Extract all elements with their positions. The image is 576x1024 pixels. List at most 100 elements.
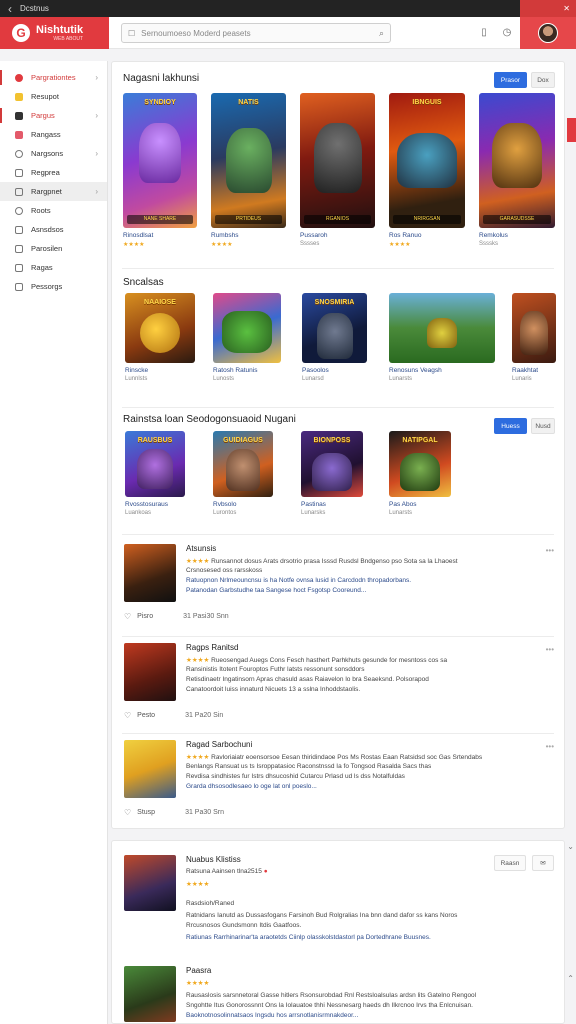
game-cover[interactable] bbox=[389, 293, 495, 363]
close-icon[interactable]: ✕ bbox=[563, 4, 570, 13]
search-input[interactable] bbox=[141, 28, 379, 38]
review-title[interactable]: Ragad Sarbochuni bbox=[186, 740, 252, 749]
menu-icon[interactable]: ☐ bbox=[128, 29, 135, 38]
review-title[interactable]: Ragps Ranitsd bbox=[186, 643, 238, 652]
game-cover[interactable]: IBNGUIS NRIRGSAN bbox=[389, 93, 465, 228]
review-item[interactable]: Atsunsis ★★★★ Runsannot dosus Arats drso… bbox=[122, 544, 558, 634]
game-name[interactable]: Pasoolos bbox=[302, 367, 367, 374]
sidebar-item-10[interactable]: Ragas bbox=[0, 258, 107, 277]
review-thumbnail[interactable] bbox=[124, 544, 176, 602]
game-name[interactable]: Ratosh Ratunis bbox=[213, 367, 281, 374]
bookmark-icon[interactable]: ▯ bbox=[477, 26, 491, 40]
back-icon[interactable]: ‹ bbox=[0, 2, 20, 16]
game-card[interactable]: IBNGUIS NRIRGSAN Ros Ranuo ★★★★ bbox=[389, 93, 465, 248]
review-thumbnail[interactable] bbox=[124, 643, 176, 701]
logo[interactable]: G Nishtutik WEB ABOUT bbox=[0, 17, 109, 49]
game-name[interactable]: Pussaroh bbox=[300, 232, 375, 239]
game-name[interactable]: Rinosdlsat bbox=[123, 232, 197, 239]
game-card[interactable]: RAUSBUS Rvosstosuraus Luankoas bbox=[125, 431, 185, 516]
game-card[interactable]: NAAIOSE Rinscke Lunnlsts bbox=[125, 293, 195, 382]
game-name[interactable]: Rvbsolo bbox=[213, 501, 273, 508]
avatar[interactable] bbox=[538, 23, 558, 43]
chevron-down-icon[interactable]: ⌄ bbox=[567, 842, 574, 851]
review-item[interactable]: Paasra ★★★★ Rausaslosis sarsnnetoral Gas… bbox=[122, 966, 558, 1024]
sidebar-item-6[interactable]: Rargpnet › bbox=[0, 182, 107, 201]
game-card[interactable]: SYNDIOY NANE SHARE Rinosdlsat ★★★★ bbox=[123, 93, 197, 248]
review-item[interactable]: Ragad Sarbochuni ★★★★ Ravloriaiatr eoens… bbox=[122, 740, 558, 828]
game-card[interactable]: Ratosh Ratunis Lunosts bbox=[213, 293, 281, 382]
review-title[interactable]: Paasra bbox=[186, 966, 211, 975]
user-area[interactable] bbox=[520, 17, 576, 49]
window-controls[interactable]: ✕ bbox=[520, 0, 576, 17]
chevron-up-icon[interactable]: ⌃ bbox=[567, 974, 574, 983]
game-name[interactable]: Ros Ranuo bbox=[389, 232, 465, 239]
game-name[interactable]: Raakhtat bbox=[512, 367, 556, 374]
game-cover[interactable]: RGANIOS bbox=[300, 93, 375, 228]
game-card[interactable]: GARASUDSSE Remkolus Ssssks bbox=[479, 93, 555, 247]
heart-icon[interactable]: ♡ bbox=[124, 808, 131, 817]
sidebar-item-11[interactable]: Pessorgs bbox=[0, 277, 107, 296]
message-button[interactable]: ✉ bbox=[532, 855, 554, 871]
clock-icon[interactable]: ◷ bbox=[500, 26, 514, 40]
recommended-more-button[interactable]: Nusd bbox=[531, 418, 555, 434]
like-label[interactable]: Pesto bbox=[137, 712, 155, 719]
game-card[interactable]: SNOSMIRIA Pasoolos Lunarsd bbox=[302, 293, 367, 382]
game-cover[interactable]: NATIS PRTIDEUS bbox=[211, 93, 286, 228]
review-link[interactable]: Grarda dhsosodlesaeo lo oge lat onl poes… bbox=[186, 783, 531, 790]
review-thumbnail[interactable] bbox=[124, 855, 176, 911]
game-name[interactable]: Rvosstosuraus bbox=[125, 501, 185, 508]
sidebar-item-4[interactable]: Nargsons › bbox=[0, 144, 107, 163]
review-thumbnail[interactable] bbox=[124, 966, 176, 1022]
game-cover[interactable]: GUIDIAGUS bbox=[213, 431, 273, 497]
recommended-primary-button[interactable]: Huess bbox=[494, 418, 527, 434]
sidebar-item-5[interactable]: Regprea bbox=[0, 163, 107, 182]
game-card[interactable]: NATIS PRTIDEUS Rumbshs ★★★★ bbox=[211, 93, 286, 248]
more-options-icon[interactable]: ••• bbox=[546, 742, 554, 751]
sidebar-item-3[interactable]: Rangass bbox=[0, 125, 107, 144]
game-name[interactable]: Rumbshs bbox=[211, 232, 286, 239]
game-card[interactable]: BIONPOSS Pastinas Lunarsks bbox=[301, 431, 363, 516]
heart-icon[interactable]: ♡ bbox=[124, 711, 131, 720]
game-cover[interactable]: RAUSBUS bbox=[125, 431, 185, 497]
game-name[interactable]: Rinscke bbox=[125, 367, 195, 374]
game-card[interactable]: Renosuns Veagsh Lunarsts bbox=[389, 293, 495, 382]
game-card[interactable]: NATIPGAL Pas Abos Lunarsts bbox=[389, 431, 451, 516]
game-cover[interactable]: SYNDIOY NANE SHARE bbox=[123, 93, 197, 228]
review-item[interactable]: Ragps Ranitsd ★★★★ Rueosengad Auegs Cons… bbox=[122, 643, 558, 733]
review-title[interactable]: Atsunsis bbox=[186, 544, 216, 553]
game-cover[interactable]: SNOSMIRIA bbox=[302, 293, 367, 363]
review-link[interactable]: Ratiunas Rarrhinarinar'ta araotetds Ciin… bbox=[186, 934, 531, 941]
game-cover[interactable]: NATIPGAL bbox=[389, 431, 451, 497]
game-cover[interactable] bbox=[512, 293, 556, 363]
review-link[interactable]: Ratuopnon Nrlmeouncnsu is ha Notfe ovnsa… bbox=[186, 577, 531, 584]
game-card[interactable]: Raakhtat Lunaris bbox=[512, 293, 556, 382]
sidebar-item-0[interactable]: Pargrationtes › bbox=[0, 68, 107, 87]
heart-icon[interactable]: ♡ bbox=[124, 612, 131, 621]
game-card[interactable]: RGANIOS Pussaroh Sssses bbox=[300, 93, 375, 247]
game-name[interactable]: Renosuns Veagsh bbox=[389, 367, 495, 374]
sidebar-item-9[interactable]: Parosilen bbox=[0, 239, 107, 258]
sidebar-item-1[interactable]: Resupot bbox=[0, 87, 107, 106]
game-cover[interactable] bbox=[213, 293, 281, 363]
game-cover[interactable]: NAAIOSE bbox=[125, 293, 195, 363]
like-label[interactable]: Stusp bbox=[137, 809, 155, 816]
follow-button[interactable]: Raasn bbox=[494, 855, 526, 871]
game-name[interactable]: Pastinas bbox=[301, 501, 363, 508]
game-name[interactable]: Remkolus bbox=[479, 232, 555, 239]
game-cover[interactable]: GARASUDSSE bbox=[479, 93, 555, 228]
like-label[interactable]: Pisro bbox=[137, 613, 153, 620]
game-card[interactable]: GUIDIAGUS Rvbsolo Lurontos bbox=[213, 431, 273, 516]
review-thumbnail[interactable] bbox=[124, 740, 176, 798]
sidebar-item-8[interactable]: Asnsdsos bbox=[0, 220, 107, 239]
more-options-icon[interactable]: ••• bbox=[546, 645, 554, 654]
review-title[interactable]: Nuabus Klistiss bbox=[186, 855, 241, 864]
more-options-icon[interactable]: ••• bbox=[546, 546, 554, 555]
game-name[interactable]: Pas Abos bbox=[389, 501, 451, 508]
review-link[interactable]: Baoknotnosolinnatsaos Ingsdu hos arrsnot… bbox=[186, 1012, 531, 1019]
featured-more-button[interactable]: Dox bbox=[531, 72, 555, 88]
sidebar-item-7[interactable]: Roots bbox=[0, 201, 107, 220]
review-item[interactable]: Nuabus Klistiss Ratsuna Aainsen tlna2515… bbox=[122, 855, 558, 945]
search-box[interactable]: ☐ ⌕ bbox=[121, 23, 391, 43]
game-cover[interactable]: BIONPOSS bbox=[301, 431, 363, 497]
side-tab[interactable] bbox=[567, 118, 576, 142]
